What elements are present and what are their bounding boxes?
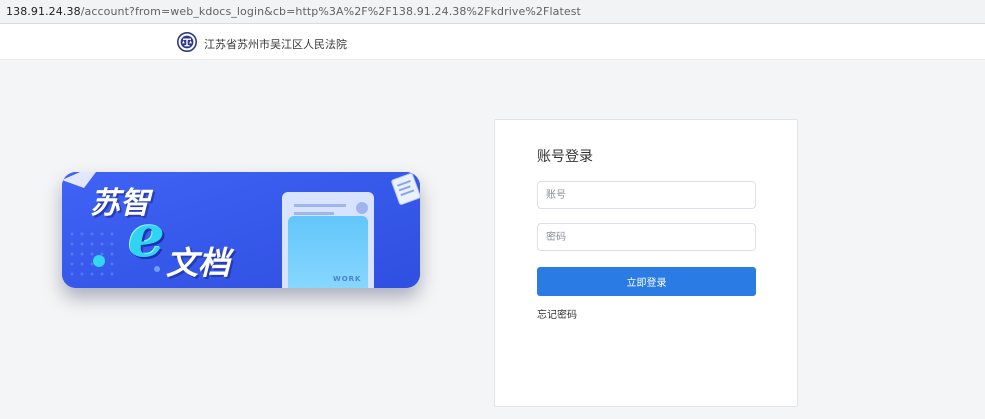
- product-banner: 苏智 e 文档 WORK: [62, 172, 421, 288]
- address-url[interactable]: 138.91.24.38/account?from=web_kdocs_logi…: [6, 5, 581, 18]
- banner-card: 苏智 e 文档 WORK: [62, 172, 420, 288]
- password-field[interactable]: [537, 223, 756, 251]
- forgot-password-link[interactable]: 忘记密码: [537, 306, 577, 321]
- banner-e-logo: e: [128, 202, 165, 270]
- login-button[interactable]: 立即登录: [537, 267, 756, 296]
- banner-slogan-part2: 文档: [166, 244, 231, 282]
- password-input[interactable]: [538, 224, 755, 250]
- account-field[interactable]: [537, 181, 756, 209]
- banner-work-label: WORK: [333, 275, 362, 283]
- login-title: 账号登录: [537, 149, 593, 165]
- url-host: 138.91.24.38: [6, 5, 81, 18]
- account-input[interactable]: [538, 182, 755, 208]
- floating-note-icon: [391, 173, 421, 205]
- browser-address-bar[interactable]: 138.91.24.38/account?from=web_kdocs_logi…: [0, 0, 985, 24]
- court-emblem-icon: [177, 32, 197, 52]
- login-card: 账号登录 立即登录 忘记密码: [494, 119, 798, 407]
- site-header: 江苏省苏州市吴江区人民法院: [0, 24, 985, 60]
- court-name: 江苏省苏州市吴江区人民法院: [204, 38, 347, 51]
- url-path: /account?from=web_kdocs_login&cb=http%3A…: [80, 5, 581, 18]
